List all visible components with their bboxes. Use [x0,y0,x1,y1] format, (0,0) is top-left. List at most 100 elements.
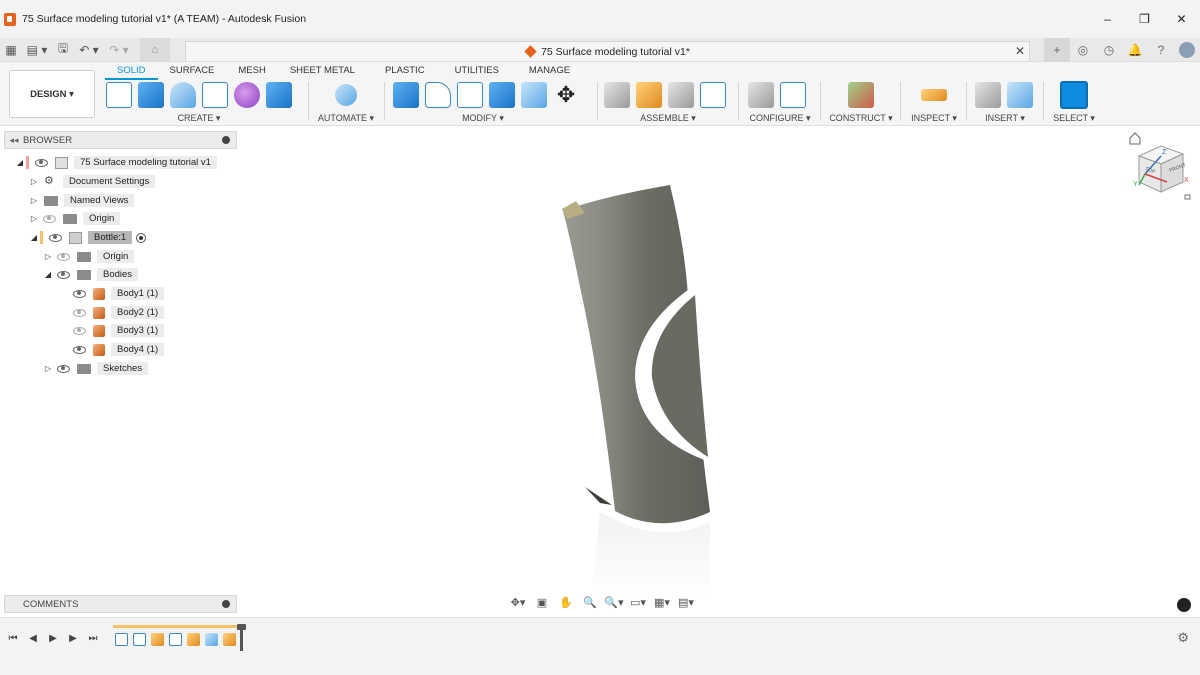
tree-row-root[interactable]: ◢ 75 Surface modeling tutorial v1 [14,154,217,171]
modify-menu[interactable]: MODIFY ▾ [373,113,593,124]
restore-button[interactable]: ❐ [1126,0,1163,38]
visibility-eye-icon[interactable] [73,289,86,298]
step-back-button[interactable]: ◀ [26,631,40,645]
tab-solid[interactable]: SOLID [105,64,158,80]
canvas-viewport[interactable] [240,127,1200,615]
close-tab-button[interactable]: ✕ [1015,44,1025,58]
collapse-arrow-icon[interactable]: ◢ [14,158,26,167]
extensions-icon[interactable]: ◎ [1070,38,1096,62]
undo-button[interactable]: ↶ ▾ [74,39,104,61]
configure-menu[interactable]: CONFIGURE ▾ [748,113,812,124]
close-window-button[interactable]: ✕ [1163,0,1200,38]
fit-icon[interactable]: 🔍▾ [604,594,624,610]
sketch-feature-icon[interactable] [115,633,128,646]
expand-arrow-icon[interactable]: ▷ [28,196,40,205]
split-feature-icon[interactable] [205,633,218,646]
select-icon[interactable] [1060,81,1088,109]
visibility-eye-icon[interactable] [49,233,62,242]
joint-icon[interactable] [636,82,662,108]
tab-mesh[interactable]: MESH [226,64,277,80]
insert-canvas-icon[interactable] [1007,82,1033,108]
fillet-icon[interactable] [425,82,451,108]
orbit-icon[interactable]: ✥▾ [508,594,528,610]
new-component-icon[interactable] [604,82,630,108]
create-sketch-icon[interactable] [106,82,132,108]
tree-row-document-settings[interactable]: ▷ ⚙ Document Settings [28,173,156,190]
shell-icon[interactable] [489,82,515,108]
model-render[interactable] [240,127,1200,615]
hidden-eye-icon[interactable] [73,326,86,335]
tree-row-component[interactable]: ◢ Bottle:1 [28,229,147,246]
document-tab[interactable]: 75 Surface modeling tutorial v1* ✕ [185,41,1030,61]
assemble-menu[interactable]: ASSEMBLE ▾ [604,113,732,124]
visibility-eye-icon[interactable] [57,270,70,279]
hidden-eye-icon[interactable] [57,252,70,261]
as-built-joint-icon[interactable] [668,82,694,108]
press-pull-icon[interactable] [393,82,419,108]
data-panel-grid-icon[interactable]: ▦ [0,39,22,61]
form-icon[interactable] [234,82,260,108]
sweep-icon[interactable] [202,82,228,108]
joint-origin-icon[interactable] [700,82,726,108]
go-to-start-button[interactable]: ⏮ [6,631,20,645]
tree-row-body4[interactable]: Body4 (1) [70,341,165,358]
tree-row-body1[interactable]: Body1 (1) [70,285,165,302]
revolve-icon[interactable] [170,82,196,108]
expand-arrow-icon[interactable]: ▷ [42,364,54,373]
select-menu[interactable]: SELECT ▾ [1050,113,1098,124]
job-status-icon[interactable]: ◷ [1096,38,1122,62]
component-feature-icon[interactable] [223,633,236,646]
collapse-panel-icon[interactable]: ◂◂ [5,135,23,146]
surface-feature-icon[interactable] [151,633,164,646]
help-icon[interactable]: ? [1148,38,1174,62]
save-button[interactable]: 🖫 [52,39,74,61]
redo-button[interactable]: ↷ ▾ [104,39,134,61]
pin-icon[interactable] [222,600,230,608]
box-icon[interactable] [266,82,292,108]
create-menu[interactable]: CREATE ▾ [96,113,302,124]
tree-row-origin[interactable]: ▷ Origin [28,210,121,227]
automate-menu[interactable]: AUTOMATE ▾ [316,113,376,124]
inspect-menu[interactable]: INSPECT ▾ [908,113,960,124]
grid-settings-icon[interactable]: ▦▾ [652,594,672,610]
measure-icon[interactable] [921,89,947,101]
tree-row-bodies[interactable]: ◢ Bodies [42,266,139,283]
assistant-icon[interactable] [1177,598,1191,612]
play-button[interactable]: ▶ [46,631,60,645]
step-forward-button[interactable]: ▶ [66,631,80,645]
tab-manage[interactable]: MANAGE [511,64,582,80]
visibility-eye-icon[interactable] [35,158,48,167]
timeline-marker[interactable] [237,624,246,651]
offset-plane-icon[interactable] [848,82,874,108]
extrude-icon[interactable] [138,82,164,108]
body-feature-icon[interactable] [187,633,200,646]
sketch-feature-icon[interactable] [169,633,182,646]
collapse-arrow-icon[interactable]: ◢ [42,270,54,279]
new-tab-button[interactable]: + [1044,38,1070,62]
notifications-icon[interactable]: 🔔 [1122,38,1148,62]
tab-sheet-metal[interactable]: SHEET METAL [278,64,367,80]
expand-arrow-icon[interactable]: ▷ [28,177,40,186]
comments-header[interactable]: COMMENTS [4,595,237,613]
timeline-track[interactable] [113,624,246,651]
avatar[interactable] [1179,42,1195,58]
workspace-switcher-button[interactable]: DESIGN ▾ [9,70,95,118]
tree-row-body3[interactable]: Body3 (1) [70,322,165,339]
visibility-eye-icon[interactable] [73,345,86,354]
go-to-end-button[interactable]: ⏭ [86,631,100,645]
timeline-settings-icon[interactable]: ⚙ [1177,630,1189,646]
tree-row-body2[interactable]: Body2 (1) [70,304,165,321]
insert-derive-icon[interactable] [975,82,1001,108]
file-menu-button[interactable]: ▤ ▾ [22,39,52,61]
pan-icon[interactable]: ✋ [556,594,576,610]
configuration-table-icon[interactable] [780,82,806,108]
hidden-eye-icon[interactable] [43,214,56,223]
tab-utilities[interactable]: UTILITIES [437,64,511,80]
collapse-arrow-icon[interactable]: ◢ [28,233,40,242]
tree-row-named-views[interactable]: ▷ Named Views [28,192,135,209]
viewports-icon[interactable]: ▤▾ [676,594,696,610]
combine-icon[interactable] [521,82,547,108]
tab-plastic[interactable]: PLASTIC [367,64,437,80]
expand-arrow-icon[interactable]: ▷ [42,252,54,261]
minimize-button[interactable]: – [1089,0,1126,38]
